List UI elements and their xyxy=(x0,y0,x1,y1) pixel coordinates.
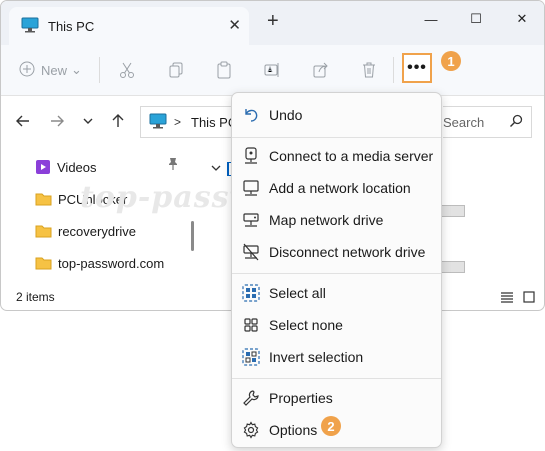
folder-icon xyxy=(35,225,52,238)
copy-button[interactable] xyxy=(164,58,188,82)
select-none-icon xyxy=(242,316,260,334)
menu-item-label: Select none xyxy=(269,317,343,333)
tab-this-pc[interactable]: This PC ✕ xyxy=(9,7,249,45)
sidebar-item-videos[interactable]: Videos xyxy=(35,156,97,178)
see-more-menu: Undo Connect to a media server Add a net… xyxy=(231,92,442,448)
rename-icon xyxy=(264,63,279,77)
menu-item-invert-selection[interactable]: Invert selection xyxy=(232,341,441,373)
this-pc-icon xyxy=(21,17,39,36)
drive-usage-bar xyxy=(441,205,465,217)
menu-item-label: Add a network location xyxy=(269,180,411,196)
sidebar-item-top-password[interactable]: top-password.com xyxy=(35,252,164,274)
breadcrumb-separator[interactable]: > xyxy=(174,115,181,129)
delete-button[interactable] xyxy=(357,58,381,82)
share-icon xyxy=(313,62,328,78)
arrow-right-icon xyxy=(51,115,64,127)
arrow-left-icon xyxy=(16,115,29,127)
cut-button[interactable] xyxy=(115,58,139,82)
search-icon xyxy=(509,114,523,131)
wrench-icon xyxy=(242,389,260,407)
back-button[interactable] xyxy=(12,110,34,132)
recent-locations-button[interactable] xyxy=(77,110,99,132)
menu-item-label: Select all xyxy=(269,285,326,301)
media-server-icon xyxy=(242,147,260,165)
forward-button[interactable] xyxy=(46,110,68,132)
see-more-button[interactable]: ••• xyxy=(402,53,432,83)
menu-item-label: Undo xyxy=(269,107,303,123)
gear-icon xyxy=(242,421,260,439)
menu-item-select-none[interactable]: Select none xyxy=(232,309,441,341)
copy-icon xyxy=(169,62,183,78)
new-tab-button[interactable]: + xyxy=(267,10,279,33)
folder-icon xyxy=(35,257,52,270)
menu-item-disconnect-network-drive[interactable]: Disconnect network drive xyxy=(232,236,441,268)
menu-item-map-network-drive[interactable]: Map network drive xyxy=(232,204,441,236)
menu-item-add-network-location[interactable]: Add a network location xyxy=(232,172,441,204)
callout-badge-2: 2 xyxy=(321,416,341,436)
close-window-button[interactable]: ✕ xyxy=(499,5,544,33)
details-view-icon[interactable] xyxy=(501,291,513,306)
up-button[interactable] xyxy=(107,110,129,132)
search-placeholder: Search xyxy=(443,114,485,130)
cut-icon xyxy=(120,62,134,78)
tiles-view-icon[interactable] xyxy=(523,291,535,306)
trash-icon xyxy=(363,62,375,78)
share-button[interactable] xyxy=(309,58,333,82)
minimize-button[interactable]: — xyxy=(408,5,454,33)
sidebar-item-label: recoverydrive xyxy=(58,223,137,239)
toolbar-divider xyxy=(99,57,100,83)
group-chevron-icon[interactable] xyxy=(210,162,222,177)
paste-button[interactable] xyxy=(212,58,236,82)
disconnect-drive-icon xyxy=(242,243,260,261)
maximize-button[interactable]: ☐ xyxy=(453,5,499,33)
menu-item-properties[interactable]: Properties xyxy=(232,382,441,414)
chevron-down-icon xyxy=(83,118,93,124)
sidebar-item-label: PCUnlocker xyxy=(58,191,128,207)
network-location-icon xyxy=(242,179,260,197)
this-pc-icon xyxy=(149,113,167,132)
new-button-label: New xyxy=(41,62,68,78)
navigation-pane: Videos PCUnlocker recoverydrive top-pass… xyxy=(1,148,201,283)
rename-button[interactable] xyxy=(260,58,284,82)
menu-item-label: Invert selection xyxy=(269,349,364,365)
select-all-icon xyxy=(242,284,260,302)
command-bar: New ⌄ ••• xyxy=(1,45,544,96)
drive-usage-bar xyxy=(441,261,465,273)
sidebar-scrollbar[interactable] xyxy=(191,221,194,251)
menu-divider xyxy=(232,273,441,274)
title-bar: This PC ✕ + — ☐ ✕ xyxy=(1,1,544,45)
new-button[interactable]: New ⌄ xyxy=(19,58,89,82)
plus-circle-icon xyxy=(19,61,35,80)
menu-item-label: Map network drive xyxy=(269,212,384,228)
menu-item-undo[interactable]: Undo xyxy=(232,99,441,131)
menu-divider xyxy=(232,378,441,379)
tab-close-button[interactable]: ✕ xyxy=(228,16,241,34)
map-drive-icon xyxy=(242,211,260,229)
menu-item-select-all[interactable]: Select all xyxy=(232,277,441,309)
invert-selection-icon xyxy=(242,348,260,366)
item-count: 2 items xyxy=(16,290,55,304)
undo-icon xyxy=(242,106,260,124)
callout-badge-1: 1 xyxy=(441,51,461,71)
menu-item-label: Options xyxy=(269,422,318,438)
new-caret-icon: ⌄ xyxy=(71,62,82,77)
sidebar-item-label: top-password.com xyxy=(58,255,165,271)
sidebar-item-pcunlocker[interactable]: PCUnlocker xyxy=(35,188,127,210)
menu-item-label: Connect to a media server xyxy=(269,148,434,164)
menu-item-label: Disconnect network drive xyxy=(269,244,426,260)
folder-icon xyxy=(35,193,52,206)
search-box[interactable]: Search xyxy=(443,106,532,138)
menu-item-label: Properties xyxy=(269,390,333,406)
tab-title: This PC xyxy=(48,18,95,34)
arrow-up-icon xyxy=(112,114,124,127)
toolbar-divider xyxy=(393,57,394,83)
paste-icon xyxy=(217,61,231,79)
menu-item-connect-media-server[interactable]: Connect to a media server xyxy=(232,140,441,172)
sidebar-item-recoverydrive[interactable]: recoverydrive xyxy=(35,220,136,242)
menu-divider xyxy=(232,137,441,138)
sidebar-item-label: Videos xyxy=(57,159,97,175)
pin-icon[interactable] xyxy=(167,157,179,174)
videos-folder-icon xyxy=(36,160,50,174)
